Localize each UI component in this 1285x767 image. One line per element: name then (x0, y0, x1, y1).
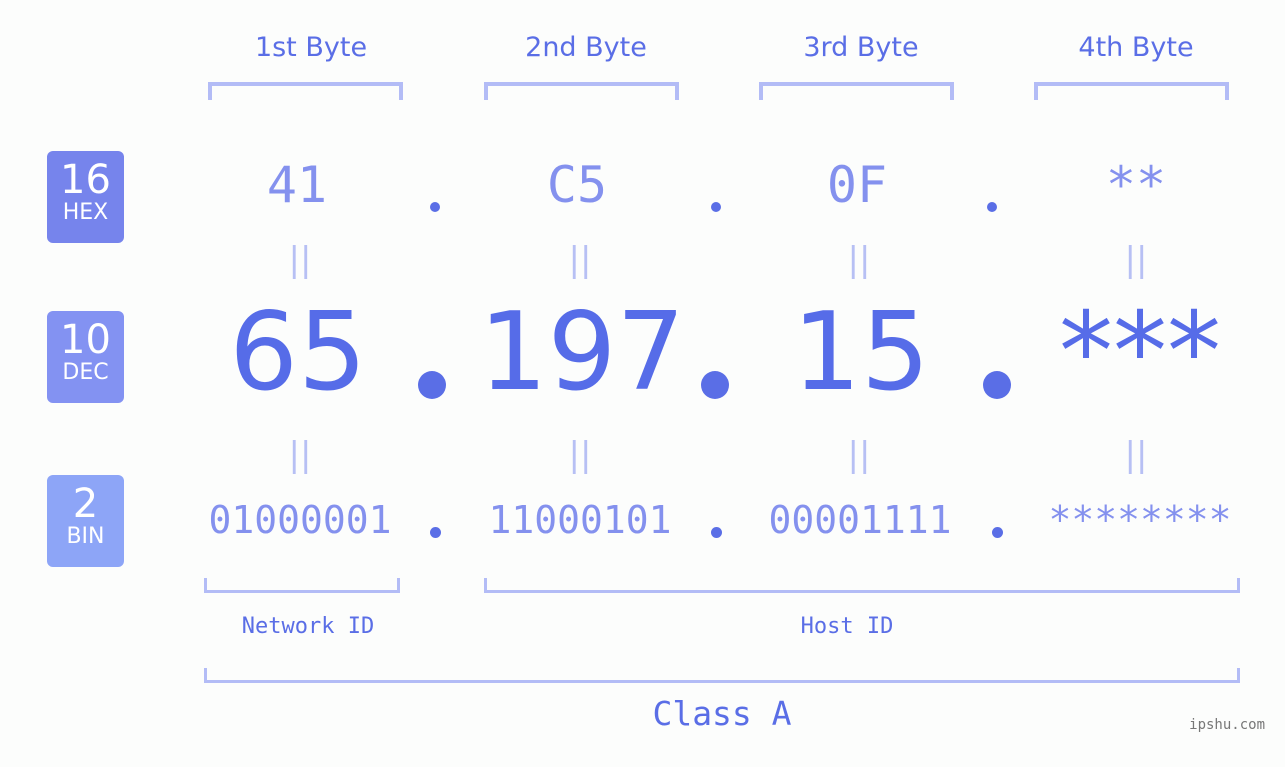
dec-dot-3 (983, 371, 1011, 399)
equals-icon: || (288, 240, 312, 280)
dec-byte-1: 65 (229, 290, 367, 415)
equals-icon: || (847, 240, 871, 280)
byte-bracket-1 (208, 82, 403, 100)
bin-badge-number: 2 (72, 481, 99, 527)
dec-badge: 10 DEC (47, 311, 124, 403)
hex-dot-3 (987, 202, 997, 212)
byte-bracket-4 (1034, 82, 1229, 100)
byte-bracket-2 (484, 82, 679, 100)
bin-dot-1 (430, 527, 441, 538)
equals-icon: || (1124, 435, 1148, 475)
bin-byte-2: 11000101 (488, 498, 672, 542)
bin-dot-2 (711, 527, 722, 538)
equals-icon: || (847, 435, 871, 475)
byte-header-1: 1st Byte (254, 32, 368, 63)
equals-icon: || (568, 435, 592, 475)
host-id-bracket (484, 578, 1240, 593)
hex-byte-4: ** (1105, 156, 1167, 214)
dec-dot-2 (701, 371, 729, 399)
dec-byte-3: 15 (792, 290, 930, 415)
hex-dot-1 (430, 202, 440, 212)
hex-byte-1: 41 (266, 156, 328, 214)
byte-header-2: 2nd Byte (525, 32, 647, 63)
dec-badge-number: 10 (60, 317, 111, 363)
bin-byte-4: ******** (1048, 498, 1232, 542)
hex-dot-2 (711, 202, 721, 212)
host-id-label: Host ID (800, 614, 894, 639)
class-bracket (204, 668, 1240, 683)
class-label: Class A (652, 694, 792, 733)
equals-icon: || (288, 435, 312, 475)
dec-byte-2: 197 (478, 290, 686, 415)
network-id-label: Network ID (241, 614, 375, 639)
bin-badge: 2 BIN (47, 475, 124, 567)
site-watermark: ipshu.com (1189, 717, 1265, 733)
equals-icon: || (568, 240, 592, 280)
hex-byte-2: C5 (546, 156, 608, 214)
hex-byte-3: 0F (826, 156, 888, 214)
byte-header-4: 4th Byte (1078, 32, 1194, 63)
dec-byte-4: *** (1059, 290, 1221, 415)
bin-byte-3: 00001111 (768, 498, 952, 542)
dec-dot-1 (418, 371, 446, 399)
hex-badge: 16 HEX (47, 151, 124, 243)
equals-icon: || (1124, 240, 1148, 280)
hex-badge-number: 16 (60, 157, 111, 203)
network-id-bracket (204, 578, 400, 593)
hex-badge-label: HEX (62, 200, 109, 225)
bin-badge-label: BIN (66, 524, 105, 549)
byte-bracket-3 (759, 82, 954, 100)
bin-byte-1: 01000001 (208, 498, 392, 542)
bin-dot-3 (992, 527, 1003, 538)
byte-header-3: 3rd Byte (803, 32, 919, 63)
dec-badge-label: DEC (62, 360, 109, 385)
